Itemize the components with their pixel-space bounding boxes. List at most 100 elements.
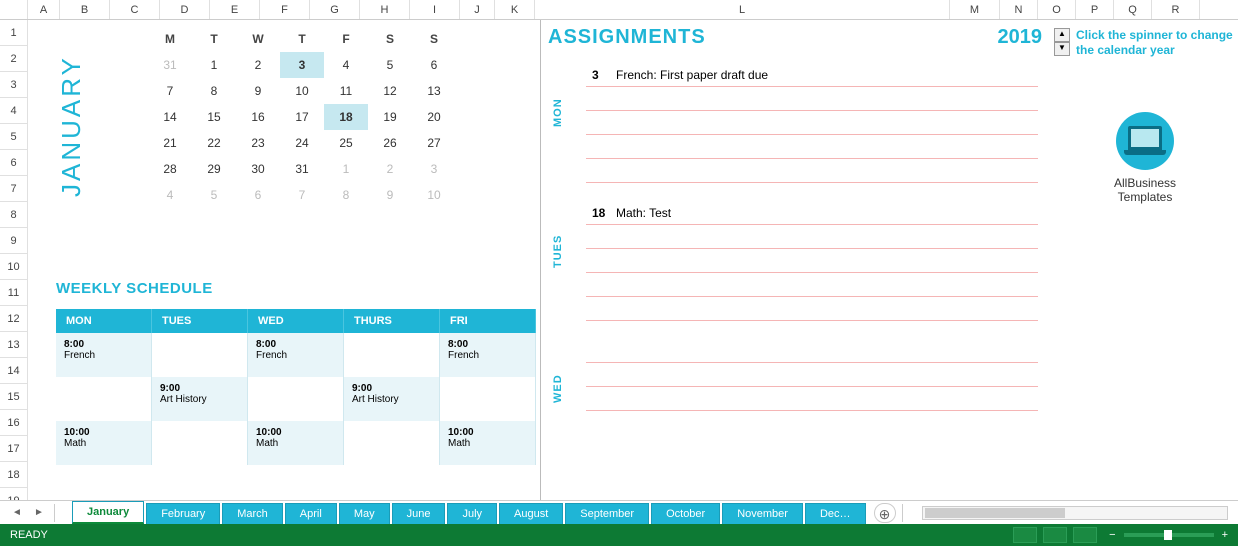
calendar-day[interactable]: 4: [324, 52, 368, 78]
ws-cell[interactable]: [152, 333, 248, 377]
sheet-tab-june[interactable]: June: [392, 503, 446, 524]
calendar-day[interactable]: 6: [236, 182, 280, 208]
calendar-day[interactable]: 2: [236, 52, 280, 78]
ws-cell[interactable]: [248, 377, 344, 421]
calendar-day[interactable]: 26: [368, 130, 412, 156]
row-header-12[interactable]: 12: [0, 306, 28, 332]
add-sheet-button[interactable]: ⊕: [874, 503, 896, 523]
row-header-16[interactable]: 16: [0, 410, 28, 436]
spinner-down-button[interactable]: ▼: [1054, 42, 1070, 56]
calendar-day[interactable]: 20: [412, 104, 456, 130]
sheet-tab-august[interactable]: August: [499, 503, 563, 524]
worksheet-grid[interactable]: JANUARY MTWTFSS3112345678910111213141516…: [28, 20, 1238, 496]
calendar-day[interactable]: 31: [148, 52, 192, 78]
row-header-10[interactable]: 10: [0, 254, 28, 280]
ws-cell[interactable]: 8:00French: [56, 333, 152, 377]
row-header-9[interactable]: 9: [0, 228, 28, 254]
ws-cell[interactable]: [440, 377, 536, 421]
column-header-J[interactable]: J: [460, 0, 495, 19]
ws-cell[interactable]: 8:00French: [248, 333, 344, 377]
row-header-11[interactable]: 11: [0, 280, 28, 306]
calendar-day[interactable]: 18: [324, 104, 368, 130]
sheet-tab-april[interactable]: April: [285, 503, 337, 524]
ws-cell[interactable]: 9:00Art History: [344, 377, 440, 421]
column-header-I[interactable]: I: [410, 0, 460, 19]
calendar-day[interactable]: 9: [368, 182, 412, 208]
calendar-day[interactable]: 21: [148, 130, 192, 156]
zoom-out-button[interactable]: −: [1109, 529, 1115, 541]
column-header-P[interactable]: P: [1076, 0, 1114, 19]
zoom-in-button[interactable]: +: [1222, 529, 1228, 541]
calendar-day[interactable]: 5: [192, 182, 236, 208]
calendar-day[interactable]: 23: [236, 130, 280, 156]
row-header-8[interactable]: 8: [0, 202, 28, 228]
sheet-tab-january[interactable]: January: [72, 501, 144, 524]
column-header-C[interactable]: C: [110, 0, 160, 19]
column-header-B[interactable]: B: [60, 0, 110, 19]
column-header-R[interactable]: R: [1152, 0, 1200, 19]
calendar-day[interactable]: 30: [236, 156, 280, 182]
sheet-tab-dec[interactable]: Dec…: [805, 503, 866, 524]
zoom-slider-thumb[interactable]: [1164, 530, 1172, 540]
ws-cell[interactable]: 10:00Math: [56, 421, 152, 465]
calendar-day[interactable]: 9: [236, 78, 280, 104]
calendar-day[interactable]: 8: [192, 78, 236, 104]
sheet-tab-may[interactable]: May: [339, 503, 390, 524]
calendar-day[interactable]: 16: [236, 104, 280, 130]
column-header-L[interactable]: L: [535, 0, 950, 19]
sheet-tab-october[interactable]: October: [651, 503, 720, 524]
column-header-Q[interactable]: Q: [1114, 0, 1152, 19]
assignment-item[interactable]: 3French: First paper draft due: [586, 63, 1038, 87]
assignment-empty-line[interactable]: [586, 273, 1038, 297]
normal-view-button[interactable]: [1013, 527, 1037, 543]
column-header-G[interactable]: G: [310, 0, 360, 19]
row-header-1[interactable]: 1: [0, 20, 28, 46]
scrollbar-thumb[interactable]: [925, 508, 1065, 518]
calendar-day[interactable]: 12: [368, 78, 412, 104]
calendar-day[interactable]: 17: [280, 104, 324, 130]
calendar-day[interactable]: 3: [280, 52, 324, 78]
calendar-day[interactable]: 3: [412, 156, 456, 182]
sheet-tab-february[interactable]: February: [146, 503, 220, 524]
calendar-day[interactable]: 22: [192, 130, 236, 156]
calendar-day[interactable]: 15: [192, 104, 236, 130]
assignment-empty-line[interactable]: [586, 339, 1038, 363]
calendar-day[interactable]: 29: [192, 156, 236, 182]
sheet-tab-september[interactable]: September: [565, 503, 649, 524]
calendar-day[interactable]: 31: [280, 156, 324, 182]
column-header-N[interactable]: N: [1000, 0, 1038, 19]
row-header-17[interactable]: 17: [0, 436, 28, 462]
calendar-day[interactable]: 28: [148, 156, 192, 182]
assignment-item[interactable]: 18Math: Test: [586, 201, 1038, 225]
assignment-empty-line[interactable]: [586, 225, 1038, 249]
assignment-empty-line[interactable]: [586, 87, 1038, 111]
page-layout-view-button[interactable]: [1043, 527, 1067, 543]
zoom-slider[interactable]: [1124, 533, 1214, 537]
row-header-2[interactable]: 2: [0, 46, 28, 72]
select-all-cell[interactable]: [0, 0, 28, 19]
assignment-empty-line[interactable]: [586, 363, 1038, 387]
calendar-day[interactable]: 7: [148, 78, 192, 104]
assignment-empty-line[interactable]: [586, 249, 1038, 273]
assignment-empty-line[interactable]: [586, 387, 1038, 411]
column-header-A[interactable]: A: [28, 0, 60, 19]
calendar-day[interactable]: 7: [280, 182, 324, 208]
row-header-18[interactable]: 18: [0, 462, 28, 488]
scroll-tabs-left-button[interactable]: ◄: [6, 504, 28, 522]
calendar-day[interactable]: 10: [412, 182, 456, 208]
scroll-tabs-right-button[interactable]: ►: [28, 504, 50, 522]
calendar-day[interactable]: 27: [412, 130, 456, 156]
calendar-day[interactable]: 8: [324, 182, 368, 208]
calendar-day[interactable]: 6: [412, 52, 456, 78]
row-header-13[interactable]: 13: [0, 332, 28, 358]
sheet-tab-march[interactable]: March: [222, 503, 283, 524]
row-header-7[interactable]: 7: [0, 176, 28, 202]
calendar-day[interactable]: 4: [148, 182, 192, 208]
row-header-5[interactable]: 5: [0, 124, 28, 150]
calendar-day[interactable]: 2: [368, 156, 412, 182]
ws-cell[interactable]: 8:00French: [440, 333, 536, 377]
column-header-H[interactable]: H: [360, 0, 410, 19]
calendar-day[interactable]: 13: [412, 78, 456, 104]
assignment-empty-line[interactable]: [586, 135, 1038, 159]
calendar-day[interactable]: 11: [324, 78, 368, 104]
